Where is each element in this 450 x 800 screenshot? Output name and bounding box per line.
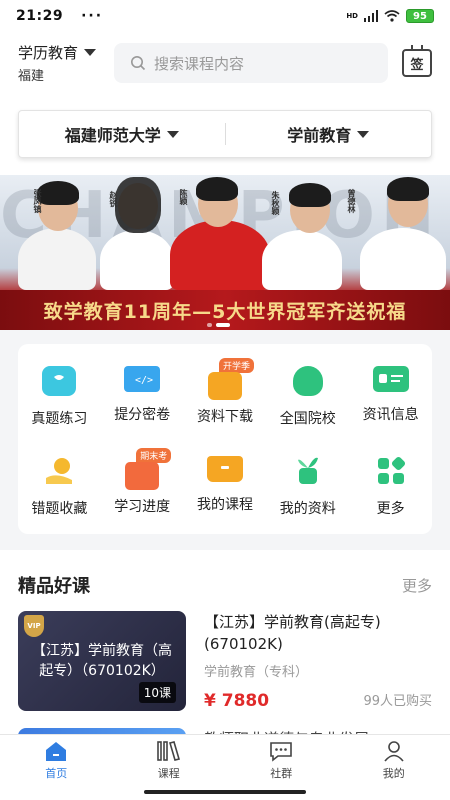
- message-icon: [42, 366, 77, 396]
- person-icon: [384, 741, 404, 762]
- promo-tag: 期末考: [136, 448, 172, 463]
- search-input[interactable]: 搜索课程内容: [114, 43, 388, 83]
- menu-label: 错题收藏: [31, 501, 88, 517]
- buyer-count: 99人已购买: [363, 694, 432, 709]
- menu-label: 资讯信息: [362, 407, 419, 423]
- top-header: 学历教育 福建 搜索课程内容 签: [0, 40, 450, 86]
- bottom-tab-bar: 首页 课程 社群 我的: [0, 734, 450, 786]
- caret-down-icon: [357, 130, 370, 138]
- home-icon: [46, 742, 67, 761]
- plant-icon: [291, 456, 325, 486]
- lesson-count: 10课: [138, 682, 176, 703]
- thumbnail-title: 【江苏】学前教育（高起专）（670102K）: [32, 643, 172, 679]
- course-price: ¥ 7880: [204, 691, 270, 711]
- menu-label: 提分密卷: [114, 407, 171, 423]
- menu-item-score-papers[interactable]: </> 提分密卷: [101, 350, 184, 440]
- chat-bubble-icon: [270, 742, 293, 762]
- head-icon: [292, 366, 323, 396]
- tab-label: 我的: [382, 767, 405, 780]
- course-thumbnail: VIP 【江苏】学前教育（高起专）（670102K） 10课: [18, 611, 186, 711]
- menu-item-mistakes[interactable]: 错题收藏: [18, 440, 101, 530]
- vip-badge: VIP: [24, 615, 44, 637]
- banner-caption: 致学教育11周年—5大世界冠军齐送祝福: [43, 300, 407, 323]
- tab-community[interactable]: 社群: [225, 735, 338, 786]
- grid-icon: [374, 456, 408, 486]
- coin-hand-icon: [42, 456, 76, 486]
- major-dropdown[interactable]: 学前教育: [226, 122, 432, 146]
- education-type-label: 学历教育: [18, 44, 79, 62]
- tab-profile[interactable]: 我的: [338, 735, 450, 786]
- school-dropdown[interactable]: 福建师范大学: [19, 122, 225, 146]
- signal-icon: [364, 10, 378, 22]
- folder-icon: [206, 456, 243, 482]
- bag-icon: [207, 372, 242, 400]
- menu-label: 资料下载: [196, 409, 253, 425]
- menu-label: 真题练习: [31, 411, 88, 427]
- athlete-name: 曾德林: [347, 189, 356, 213]
- menu-label: 我的课程: [196, 497, 253, 513]
- menu-card: 真题练习 </> 提分密卷 开学季 资料下载 全国院校 资讯信息 错题收藏 期末…: [18, 344, 432, 534]
- home-indicator[interactable]: [144, 790, 306, 794]
- athlete-name: 赵锐: [109, 191, 118, 207]
- education-type-selector[interactable]: 学历教育 福建: [18, 42, 108, 84]
- menu-item-downloads[interactable]: 开学季 资料下载: [184, 350, 267, 440]
- checkin-button[interactable]: 签: [402, 45, 432, 77]
- notification-dots: ···: [81, 8, 104, 24]
- menu-item-exam-practice[interactable]: 真题练习: [18, 350, 101, 440]
- menu-item-news[interactable]: 资讯信息: [349, 350, 432, 440]
- athlete-name: 张凤镇: [33, 189, 42, 213]
- athlete-name: 陈颖: [179, 189, 188, 205]
- status-bar: 21:29 ··· HD 95: [0, 0, 450, 32]
- battery-indicator: 95: [406, 9, 434, 23]
- caret-down-icon: [84, 49, 97, 56]
- tab-label: 首页: [45, 767, 68, 780]
- course-card[interactable]: VIP 【江苏】学前教育（高起专）（670102K） 10课 【江苏】学前教育(…: [18, 611, 432, 711]
- search-icon: [131, 56, 146, 71]
- function-grid: 真题练习 </> 提分密卷 开学季 资料下载 全国院校 资讯信息 错题收藏 期末…: [18, 344, 432, 530]
- menu-label: 全国院校: [279, 411, 336, 427]
- menu-item-progress[interactable]: 期末考 学习进度: [101, 440, 184, 530]
- carousel-indicator: [207, 323, 230, 327]
- caret-down-icon: [166, 130, 179, 138]
- menu-item-my-materials[interactable]: 我的资料: [266, 440, 349, 530]
- menu-label: 学习进度: [114, 499, 171, 515]
- menu-label: 更多: [376, 501, 405, 517]
- section-title: 精品好课: [18, 576, 90, 597]
- tab-courses[interactable]: 课程: [113, 735, 226, 786]
- search-placeholder: 搜索课程内容: [154, 54, 245, 73]
- major-label: 学前教育: [287, 126, 352, 145]
- promo-banner[interactable]: CHAMPION 张凤镇 赵锐 陈颖 朱秋颖 曾德林 致学教育11周年—5大世界…: [0, 175, 450, 330]
- athlete-name: 朱秋颖: [271, 191, 280, 215]
- menu-item-more[interactable]: 更多: [349, 440, 432, 530]
- featured-section-header: 精品好课 更多: [18, 572, 432, 598]
- hd-indicator: HD: [346, 11, 358, 20]
- progress-book-icon: [125, 462, 160, 490]
- books-icon: [156, 741, 180, 761]
- checkin-label: 签: [410, 57, 424, 73]
- course-category: 学前教育（专科）: [204, 665, 309, 680]
- menu-item-colleges[interactable]: 全国院校: [266, 350, 349, 440]
- menu-section: 真题练习 </> 提分密卷 开学季 资料下载 全国院校 资讯信息 错题收藏 期末…: [0, 330, 450, 550]
- menu-item-my-courses[interactable]: 我的课程: [184, 440, 267, 530]
- more-link[interactable]: 更多: [402, 575, 432, 596]
- id-card-icon: [372, 366, 409, 392]
- tab-home[interactable]: 首页: [0, 735, 113, 786]
- monitor-icon: </>: [124, 366, 161, 392]
- school-major-selector: 福建师范大学 学前教育: [18, 110, 432, 158]
- wifi-icon: [384, 10, 400, 22]
- course-title: 【江苏】学前教育(高起专)(670102K): [204, 613, 381, 653]
- menu-label: 我的资料: [279, 501, 336, 517]
- region-label: 福建: [18, 69, 45, 84]
- tab-label: 课程: [157, 767, 180, 780]
- svg-text:</>: </>: [135, 375, 153, 386]
- school-label: 福建师范大学: [64, 126, 161, 145]
- clock: 21:29: [16, 8, 64, 24]
- tab-label: 社群: [270, 767, 293, 780]
- carousel-dot-active[interactable]: [216, 323, 230, 327]
- promo-tag: 开学季: [218, 358, 254, 373]
- course-info: 【江苏】学前教育(高起专)(670102K) 学前教育（专科） ¥ 7880 9…: [204, 611, 432, 711]
- carousel-dot[interactable]: [207, 323, 212, 327]
